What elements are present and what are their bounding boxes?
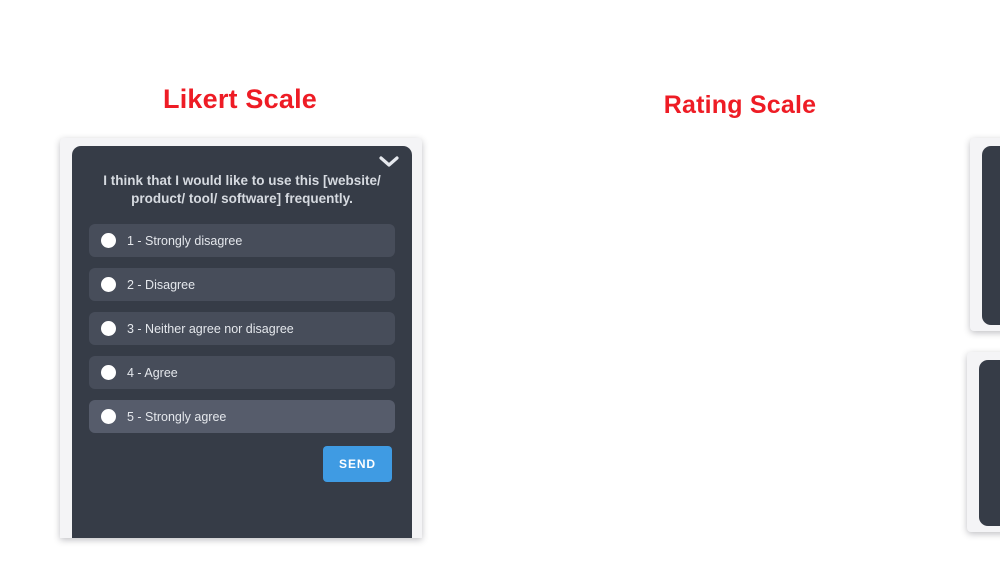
- likert-options-list: 1 - Strongly disagree 2 - Disagree 3 - N…: [89, 224, 395, 434]
- send-button[interactable]: SEND: [323, 446, 392, 483]
- likert-option-3[interactable]: 3 - Neither agree nor disagree: [89, 312, 395, 346]
- star-rating-card: Please rate your shopping experience on …: [979, 360, 1000, 526]
- likert-option-5[interactable]: 5 - Strongly agree: [89, 400, 395, 434]
- likert-option-label: 5 - Strongly agree: [127, 409, 227, 424]
- rating-scale-panel: Rating Scale How happy are you with our …: [480, 0, 1000, 582]
- likert-actions: SEND: [72, 446, 392, 483]
- radio-button-icon[interactable]: [101, 409, 116, 425]
- radio-button-icon[interactable]: [101, 321, 116, 337]
- star-choice-row: [979, 447, 1000, 499]
- radio-button-icon[interactable]: [101, 365, 116, 381]
- emoji-card-frame: How happy are you with our products and …: [970, 138, 1000, 331]
- radio-button-icon[interactable]: [101, 277, 116, 293]
- rating-section-title: Rating Scale: [663, 90, 817, 119]
- likert-survey-card: I think that I would like to use this [w…: [72, 146, 412, 538]
- emoji-question-text: How happy are you with our products and …: [982, 146, 1000, 216]
- likert-option-1[interactable]: 1 - Strongly disagree: [89, 224, 395, 258]
- chevron-down-icon[interactable]: [378, 155, 400, 169]
- stars-card-frame: Please rate your shopping experience on …: [967, 352, 1000, 532]
- likert-scale-panel: Likert Scale I think that I would like t…: [0, 0, 480, 582]
- emoji-choice-row: [982, 238, 1000, 293]
- stars-question-text: Please rate your shopping experience on …: [979, 360, 1000, 427]
- likert-option-label: 3 - Neither agree nor disagree: [127, 321, 294, 336]
- emoji-rating-card: How happy are you with our products and …: [982, 146, 1000, 325]
- likert-option-2[interactable]: 2 - Disagree: [89, 268, 395, 302]
- likert-question-text: I think that I would like to use this [w…: [103, 173, 381, 207]
- likert-option-label: 1 - Strongly disagree: [127, 233, 243, 248]
- likert-card-frame: I think that I would like to use this [w…: [60, 138, 422, 538]
- likert-option-label: 2 - Disagree: [127, 277, 196, 292]
- likert-option-4[interactable]: 4 - Agree: [89, 356, 395, 390]
- likert-option-label: 4 - Agree: [127, 365, 178, 380]
- likert-section-title: Likert Scale: [163, 84, 317, 115]
- radio-button-icon[interactable]: [101, 233, 116, 249]
